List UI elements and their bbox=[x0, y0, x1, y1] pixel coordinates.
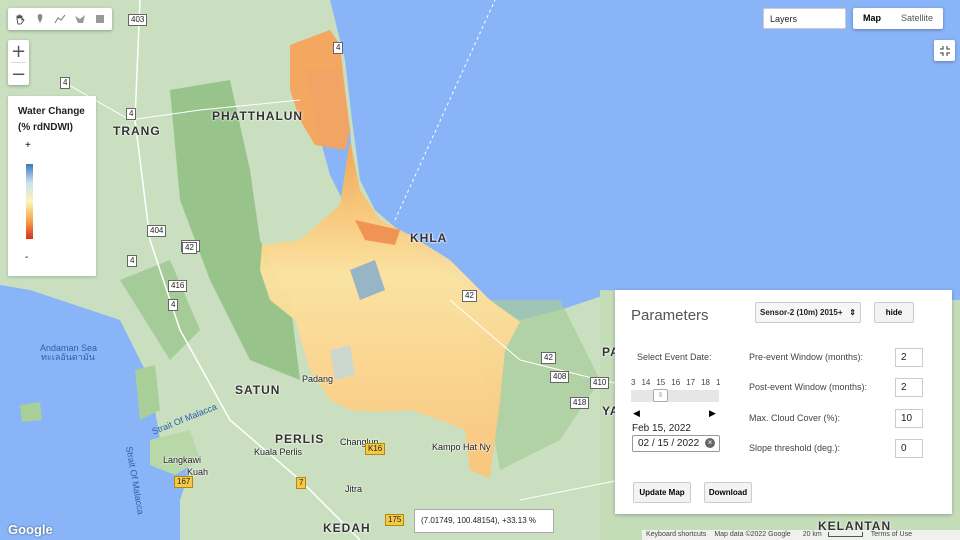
zoom-in-button[interactable]: + bbox=[8, 40, 29, 62]
coordinate-readout: (7.01749, 100.48154), +33.13 % bbox=[414, 509, 554, 533]
legend-plus: + bbox=[25, 140, 31, 151]
parameters-panel: Parameters Sensor-2 (10m) 2015+ ⇕ hide S… bbox=[615, 290, 952, 514]
road-shield: 167 bbox=[174, 476, 194, 488]
selected-date-text: Feb 15, 2022 bbox=[632, 423, 691, 434]
cloud-cover-label: Max. Cloud Cover (%): bbox=[749, 413, 841, 423]
date-tick: 18 bbox=[701, 378, 710, 387]
attribution-bar: Keyboard shortcuts Map data ©2022 Google… bbox=[642, 530, 960, 540]
google-logo: Google bbox=[8, 522, 53, 537]
legend-minus: - bbox=[25, 252, 29, 263]
date-tick: 16 bbox=[671, 378, 681, 387]
place-label-perlis: PERLIS bbox=[275, 432, 325, 446]
place-label-satun: SATUN bbox=[235, 383, 281, 397]
place-label-phatthalung: PHATTHALUN bbox=[212, 109, 304, 123]
hand-icon[interactable] bbox=[10, 9, 30, 29]
road-shield: 42 bbox=[182, 242, 197, 254]
date-tick: 17 bbox=[686, 378, 696, 387]
road-shield: 404 bbox=[147, 225, 167, 237]
date-prev-button[interactable]: ◀ bbox=[633, 408, 640, 419]
road-shield: 408 bbox=[550, 371, 570, 383]
fullscreen-button[interactable] bbox=[934, 40, 955, 61]
hide-button[interactable]: hide bbox=[874, 302, 914, 323]
road-shield: 4 bbox=[168, 299, 179, 311]
collapse-icon bbox=[939, 45, 950, 56]
slope-threshold-label: Slope threshold (deg.): bbox=[749, 443, 841, 453]
cloud-cover-input[interactable]: 10 bbox=[895, 409, 923, 428]
download-button[interactable]: Download bbox=[704, 482, 752, 503]
date-tick: 1 bbox=[715, 378, 721, 387]
road-shield: 4 bbox=[60, 77, 71, 89]
road-shield: 7 bbox=[296, 477, 307, 489]
pre-event-label: Pre-event Window (months): bbox=[749, 352, 864, 362]
chevron-updown-icon: ⇕ bbox=[849, 308, 856, 317]
zoom-out-button[interactable]: − bbox=[8, 63, 29, 85]
sensor-select-value: Sensor-2 (10m) 2015+ bbox=[760, 308, 843, 317]
line-icon[interactable] bbox=[50, 9, 70, 29]
map-type-control: Map Satellite bbox=[853, 8, 944, 29]
drawing-toolbar bbox=[8, 8, 112, 30]
town-label: Kampo Hat Ny bbox=[432, 442, 491, 452]
road-shield: 175 bbox=[385, 514, 405, 526]
scale-bar-line bbox=[827, 531, 863, 537]
marker-icon[interactable] bbox=[30, 9, 50, 29]
legend-title-line1: Water Change bbox=[18, 106, 85, 117]
rectangle-icon[interactable] bbox=[90, 9, 110, 29]
select-event-date-label: Select Event Date: bbox=[637, 352, 712, 362]
zoom-control: + − bbox=[8, 40, 29, 85]
panel-title: Parameters bbox=[631, 307, 709, 324]
pre-event-input[interactable]: 2 bbox=[895, 348, 923, 367]
road-shield: 416 bbox=[168, 280, 188, 292]
town-label: Langkawi bbox=[163, 455, 202, 465]
road-shield: 418 bbox=[570, 397, 590, 409]
event-date-value: 02 / 15 / 2022 bbox=[638, 438, 700, 449]
event-date-input[interactable]: 02 / 15 / 2022 × bbox=[632, 435, 720, 452]
road-shield: 403 bbox=[128, 14, 148, 26]
legend-title-line2: (% rdNDWI) bbox=[18, 122, 73, 133]
road-shield: 4 bbox=[127, 255, 138, 267]
road-shield: 42 bbox=[462, 290, 477, 302]
place-label-trang: TRANG bbox=[113, 124, 161, 138]
map-type-satellite-button[interactable]: Satellite bbox=[891, 8, 943, 29]
date-tick: 15 bbox=[656, 378, 666, 387]
road-shield: 4 bbox=[126, 108, 137, 120]
road-shield: 4 bbox=[333, 42, 344, 54]
sea-label-andaman-thai: ทะเลอันดามัน bbox=[41, 352, 95, 362]
road-shield: 410 bbox=[590, 377, 610, 389]
date-slider-track[interactable] bbox=[631, 390, 719, 402]
town-label: Padang bbox=[302, 374, 334, 384]
slope-threshold-input[interactable]: 0 bbox=[895, 439, 923, 458]
road-shield: K16 bbox=[365, 443, 386, 455]
date-next-button[interactable]: ▶ bbox=[709, 408, 716, 419]
legend-panel: Water Change (% rdNDWI) + - bbox=[8, 96, 96, 276]
terms-link[interactable]: Terms of Use bbox=[867, 530, 916, 540]
map-data-text: Map data ©2022 Google bbox=[714, 531, 791, 538]
post-event-label: Post-event Window (months): bbox=[749, 382, 868, 392]
town-label: Jitra bbox=[345, 484, 363, 494]
place-label-kedah: KEDAH bbox=[323, 521, 371, 535]
update-map-button[interactable]: Update Map bbox=[633, 482, 691, 503]
scale-bar[interactable]: 20 km bbox=[795, 530, 867, 540]
town-label: Kuala Perlis bbox=[254, 447, 303, 457]
legend-color-bar bbox=[26, 164, 33, 239]
post-event-input[interactable]: 2 bbox=[895, 378, 923, 397]
date-tick: 3 bbox=[631, 378, 636, 387]
clear-icon[interactable]: × bbox=[705, 438, 715, 448]
keyboard-shortcuts-link[interactable]: Keyboard shortcuts bbox=[642, 530, 710, 540]
polygon-icon[interactable] bbox=[70, 9, 90, 29]
place-label-songkhla: KHLA bbox=[410, 231, 448, 245]
sensor-select[interactable]: Sensor-2 (10m) 2015+ ⇕ bbox=[755, 302, 861, 323]
map-type-map-button[interactable]: Map bbox=[853, 8, 891, 29]
scale-label: 20 km bbox=[802, 531, 822, 538]
date-tick: 14 bbox=[641, 378, 651, 387]
road-shield: 42 bbox=[541, 352, 556, 364]
layers-button[interactable]: Layers bbox=[763, 8, 846, 29]
date-slider-thumb[interactable]: ||| bbox=[653, 389, 668, 402]
date-slider-ticks: 3 14 15 16 17 18 1 bbox=[631, 378, 720, 387]
